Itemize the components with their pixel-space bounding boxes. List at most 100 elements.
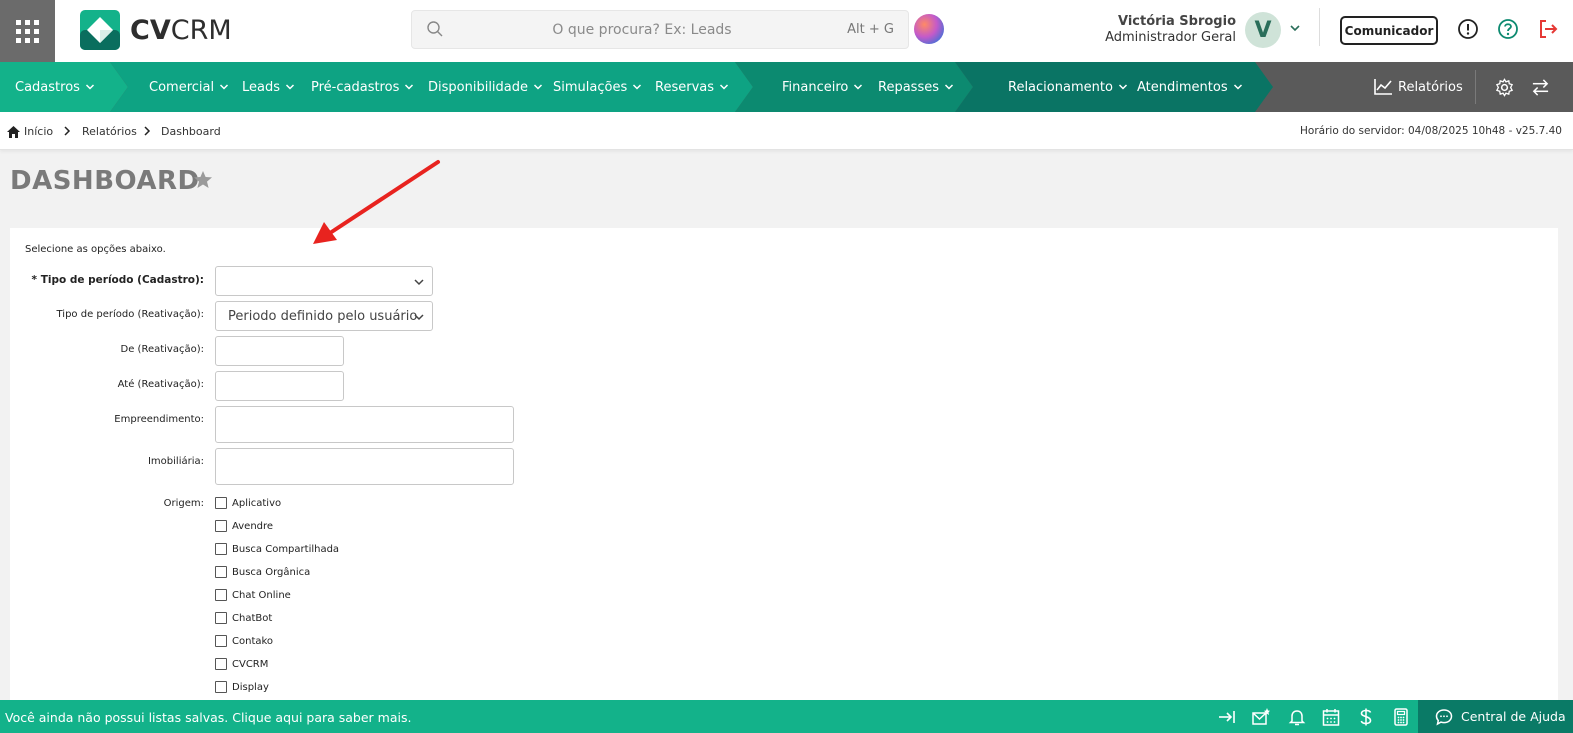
red-arrow-annotation bbox=[313, 160, 440, 244]
checkbox[interactable] bbox=[215, 543, 227, 555]
nav-item-financeiro[interactable]: Financeiro bbox=[782, 62, 863, 112]
checkbox[interactable] bbox=[215, 635, 227, 647]
calendar-icon[interactable] bbox=[1322, 708, 1340, 726]
chevron-right-icon bbox=[144, 126, 151, 136]
tipo-cadastro-select[interactable] bbox=[215, 266, 433, 296]
nav-item-pre-cadastros[interactable]: Pré-cadastros bbox=[311, 62, 414, 112]
swap-icon[interactable] bbox=[1531, 78, 1550, 97]
nav-item-repasses[interactable]: Repasses bbox=[878, 62, 954, 112]
main-nav: Cadastros Comercial Leads Pré-cadastros … bbox=[0, 62, 1573, 112]
nav-reports[interactable]: Relatórios bbox=[1373, 62, 1463, 112]
nav-item-cadastros[interactable]: Cadastros bbox=[15, 62, 95, 112]
help-icon[interactable] bbox=[1497, 18, 1519, 40]
user-info[interactable]: Victória Sbrogio Administrador Geral bbox=[1105, 14, 1236, 45]
origem-option-avendre[interactable]: Avendre bbox=[215, 520, 273, 532]
search-input[interactable] bbox=[452, 11, 832, 48]
help-center-label: Central de Ajuda bbox=[1461, 709, 1566, 724]
nav-item-comercial[interactable]: Comercial bbox=[149, 62, 229, 112]
origem-label: Origem: bbox=[163, 498, 204, 509]
cvcrm-logo[interactable]: CVCRM bbox=[80, 10, 232, 50]
logo-text: CVCRM bbox=[130, 14, 232, 46]
tipo-cadastro-label: * Tipo de período (Cadastro): bbox=[31, 274, 204, 286]
tipo-reativacao-select[interactable]: Periodo definido pelo usuário bbox=[215, 301, 433, 331]
chat-bubble-icon bbox=[1435, 708, 1453, 725]
ate-reativacao-input[interactable] bbox=[215, 371, 344, 401]
user-role: Administrador Geral bbox=[1105, 30, 1236, 45]
chevron-down-icon bbox=[944, 84, 954, 90]
gear-icon[interactable] bbox=[1495, 78, 1514, 97]
chevron-down-icon bbox=[414, 279, 424, 286]
checkbox[interactable] bbox=[215, 566, 227, 578]
bell-icon[interactable] bbox=[1288, 708, 1306, 726]
dollar-icon[interactable] bbox=[1357, 708, 1375, 726]
nav-item-atendimentos[interactable]: Atendimentos bbox=[1137, 62, 1243, 112]
empreendimento-label: Empreendimento: bbox=[114, 414, 204, 425]
chevron-down-icon[interactable] bbox=[1289, 22, 1301, 34]
breadcrumb-dashboard: Dashboard bbox=[161, 125, 221, 138]
home-icon bbox=[7, 125, 20, 138]
chevron-down-icon bbox=[854, 84, 863, 90]
checkbox[interactable] bbox=[215, 589, 227, 601]
chevron-down-icon bbox=[1233, 84, 1242, 90]
mail-star-icon[interactable] bbox=[1252, 708, 1270, 726]
nav-item-reservas[interactable]: Reservas bbox=[655, 62, 729, 112]
imobiliaria-input[interactable] bbox=[215, 448, 514, 485]
chevron-down-icon bbox=[405, 84, 414, 90]
comunicador-button[interactable]: Comunicador bbox=[1340, 16, 1438, 45]
breadcrumb: Início Relatórios Dashboard Horário do s… bbox=[0, 112, 1573, 150]
nav-item-simulacoes[interactable]: Simulações bbox=[553, 62, 642, 112]
checkbox[interactable] bbox=[215, 658, 227, 670]
global-search[interactable]: Alt + G bbox=[411, 10, 909, 49]
origem-option-busca-organica[interactable]: Busca Orgânica bbox=[215, 566, 310, 578]
checkbox[interactable] bbox=[215, 497, 227, 509]
search-shortcut: Alt + G bbox=[847, 22, 894, 37]
chevron-down-icon bbox=[285, 84, 295, 90]
origem-option-contako[interactable]: Contako bbox=[215, 635, 273, 647]
empreendimento-input[interactable] bbox=[215, 406, 514, 443]
calculator-icon[interactable] bbox=[1392, 708, 1410, 726]
chevron-down-icon bbox=[1118, 84, 1127, 90]
origem-option-display[interactable]: Display bbox=[215, 681, 269, 693]
info-icon[interactable] bbox=[1457, 18, 1479, 40]
user-name: Victória Sbrogio bbox=[1117, 14, 1236, 29]
chevron-down-icon bbox=[220, 84, 229, 90]
top-header: CVCRM Alt + G Victória Sbrogio Administr… bbox=[0, 0, 1573, 62]
chevron-down-icon bbox=[533, 84, 543, 90]
tipo-reativacao-label: Tipo de período (Reativação): bbox=[56, 309, 205, 320]
saved-lists-message[interactable]: Você ainda não possui listas salvas. Cli… bbox=[5, 710, 411, 725]
apps-grid-button[interactable] bbox=[0, 0, 55, 62]
avatar[interactable]: V bbox=[1245, 12, 1281, 48]
origem-option-chatbot[interactable]: ChatBot bbox=[215, 612, 272, 624]
chevron-down-icon bbox=[414, 314, 424, 321]
origem-option-chat-online[interactable]: Chat Online bbox=[215, 589, 291, 601]
tipo-reativacao-value: Periodo definido pelo usuário bbox=[228, 308, 418, 324]
checkbox[interactable] bbox=[215, 520, 227, 532]
de-reativacao-input[interactable] bbox=[215, 336, 344, 366]
grid-icon bbox=[16, 19, 39, 43]
chevron-down-icon bbox=[633, 84, 642, 90]
nav-divider bbox=[1475, 70, 1476, 104]
ai-assistant-button[interactable] bbox=[914, 14, 944, 44]
breadcrumb-relatorios[interactable]: Relatórios bbox=[82, 125, 137, 138]
search-icon bbox=[427, 21, 443, 37]
arrow-to-line-icon[interactable] bbox=[1218, 708, 1236, 726]
form-hint: Selecione as opções abaixo. bbox=[25, 244, 166, 255]
origem-option-cvcrm[interactable]: CVCRM bbox=[215, 658, 268, 670]
logo-mark-icon bbox=[80, 10, 120, 50]
breadcrumb-home[interactable]: Início bbox=[7, 125, 53, 138]
de-reativacao-label: De (Reativação): bbox=[120, 344, 204, 355]
chevron-down-icon bbox=[719, 84, 729, 90]
logout-icon[interactable] bbox=[1537, 18, 1559, 40]
ate-reativacao-label: Até (Reativação): bbox=[117, 379, 204, 390]
checkbox[interactable] bbox=[215, 612, 227, 624]
help-center-button[interactable]: Central de Ajuda bbox=[1418, 700, 1573, 733]
checkbox[interactable] bbox=[215, 681, 227, 693]
origem-option-aplicativo[interactable]: Aplicativo bbox=[215, 497, 281, 509]
footer-bar: Você ainda não possui listas salvas. Cli… bbox=[0, 700, 1573, 733]
imobiliaria-label: Imobiliária: bbox=[147, 456, 204, 467]
origem-option-busca-compartilhada[interactable]: Busca Compartilhada bbox=[215, 543, 339, 555]
star-icon[interactable] bbox=[193, 170, 213, 190]
nav-item-disponibilidade[interactable]: Disponibilidade bbox=[428, 62, 543, 112]
nav-item-relacionamento[interactable]: Relacionamento bbox=[1008, 62, 1128, 112]
nav-item-leads[interactable]: Leads bbox=[242, 62, 295, 112]
